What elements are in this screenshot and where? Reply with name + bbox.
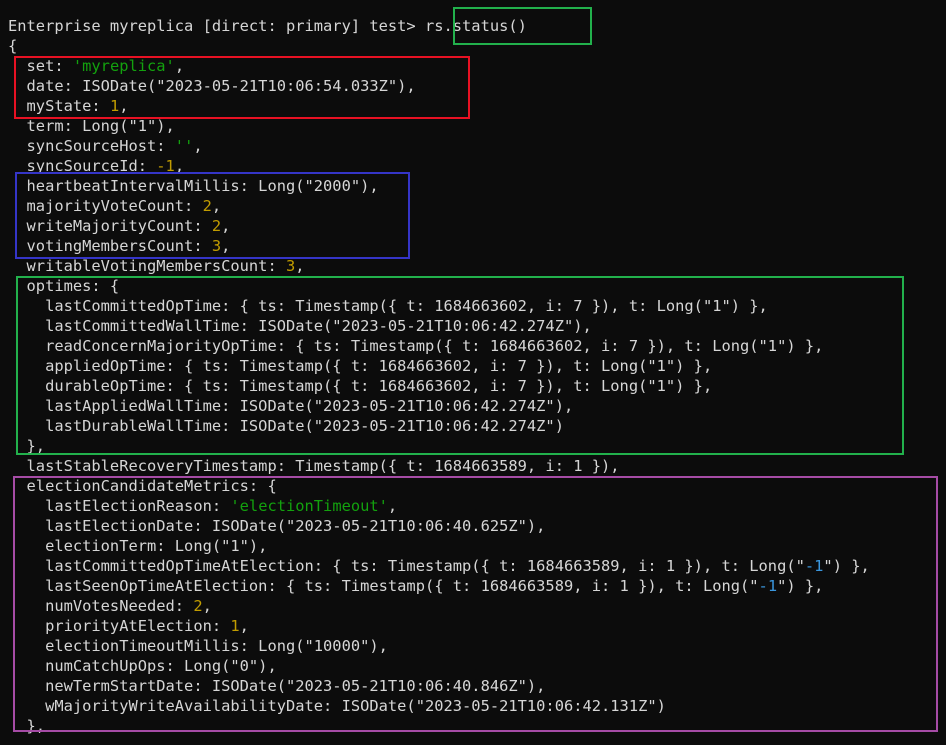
syncsourcehost-value: '': [174, 137, 194, 155]
field-majorityvotecount: majorityVoteCount: 2,: [8, 197, 222, 215]
field-heartbeat: heartbeatIntervalMillis: Long("2000"),: [8, 177, 379, 195]
lastelectionreason-value: 'electionTimeout': [230, 497, 388, 515]
field-lastcommittedoptimeatelection: lastCommittedOpTimeAtElection: { ts: Tim…: [8, 557, 870, 575]
field-electiontimeoutmillis: electionTimeoutMillis: Long("10000"),: [8, 637, 388, 655]
optime-line: lastCommittedOpTime: { ts: Timestamp({ t…: [8, 297, 768, 315]
field-newtermstartdate: newTermStartDate: ISODate("2023-05-21T10…: [8, 677, 546, 695]
field-lastelectiondate: lastElectionDate: ISODate("2023-05-21T10…: [8, 517, 546, 535]
field-electionterm: electionTerm: Long("1"),: [8, 537, 268, 555]
field-set: set: 'myreplica',: [8, 57, 185, 75]
field-lastseenoptimeatelection: lastSeenOpTimeAtElection: { ts: Timestam…: [8, 577, 824, 595]
field-numvotesneeded: numVotesNeeded: 2,: [8, 597, 212, 615]
command-text: rs.status(): [424, 17, 527, 35]
field-writemajoritycount: writeMajorityCount: 2,: [8, 217, 231, 235]
optime-line: lastAppliedWallTime: ISODate("2023-05-21…: [8, 397, 574, 415]
field-votingmemberscount: votingMembersCount: 3,: [8, 237, 231, 255]
optime-line: readConcernMajorityOpTime: { ts: Timesta…: [8, 337, 824, 355]
field-wmajoritywriteavailabilitydate: wMajorityWriteAvailabilityDate: ISODate(…: [8, 697, 666, 715]
optime-line: durableOpTime: { ts: Timestamp({ t: 1684…: [8, 377, 713, 395]
set-value: 'myreplica': [72, 57, 175, 75]
optime-line: appliedOpTime: { ts: Timestamp({ t: 1684…: [8, 357, 713, 375]
field-term: term: Long("1"),: [8, 117, 175, 135]
mystate-value: 1: [109, 97, 120, 115]
optimes-close: },: [8, 437, 46, 455]
output-open-brace: {: [8, 37, 18, 55]
field-syncsourcehost: syncSourceHost: '',: [8, 137, 203, 155]
prompt-line: Enterprise myreplica [direct: primary] t…: [8, 16, 527, 36]
field-priorityatelection: priorityAtElection: 1,: [8, 617, 249, 635]
field-numcatchupops: numCatchUpOps: Long("0"),: [8, 657, 277, 675]
field-mystate: myState: 1,: [8, 97, 129, 115]
syncsourceid-value: -1: [156, 157, 175, 175]
optimes-open: optimes: {: [8, 277, 120, 295]
field-lastelectionreason: lastElectionReason: 'electionTimeout',: [8, 497, 398, 515]
optime-line: lastCommittedWallTime: ISODate("2023-05-…: [8, 317, 592, 335]
field-syncsourceid: syncSourceId: -1,: [8, 157, 185, 175]
ecm-open: electionCandidateMetrics: {: [8, 477, 277, 495]
field-laststablerecovery: lastStableRecoveryTimestamp: Timestamp({…: [8, 457, 620, 475]
terminal-window[interactable]: Enterprise myreplica [direct: primary] t…: [0, 0, 946, 745]
shell-prompt: Enterprise myreplica [direct: primary] t…: [8, 17, 425, 35]
field-writablevotingmemberscount: writableVotingMembersCount: 3,: [8, 257, 305, 275]
optime-line: lastDurableWallTime: ISODate("2023-05-21…: [8, 417, 564, 435]
ecm-close: },: [8, 717, 46, 735]
field-date: date: ISODate("2023-05-21T10:06:54.033Z"…: [8, 77, 416, 95]
